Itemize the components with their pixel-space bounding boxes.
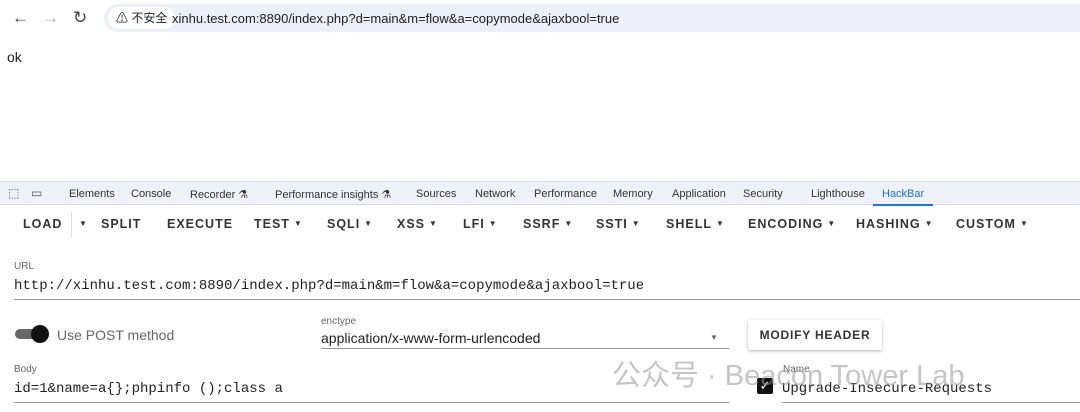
load-button[interactable]: LOAD [23,217,62,231]
tab-memory[interactable]: Memory [613,188,653,200]
devtools-tabbar: ⬚ ▭ Elements Console Recorder ⚗ Performa… [0,181,1080,206]
active-tab-indicator [873,204,933,206]
post-toggle-knob[interactable] [31,325,49,343]
reload-button[interactable]: ↻ [73,8,87,28]
tab-hackbar[interactable]: HackBar [882,188,924,200]
tab-application[interactable]: Application [672,188,726,200]
execute-button[interactable]: EXECUTE [167,217,233,231]
shell-menu[interactable]: SHELL ▼ [666,217,725,231]
security-label: 不安全 [131,11,168,25]
forward-button[interactable]: → [42,8,59,28]
tab-security[interactable]: Security [743,188,783,200]
tab-console[interactable]: Console [131,188,171,200]
load-dropdown[interactable]: ▼ [75,217,88,231]
encoding-menu[interactable]: ENCODING ▼ [748,217,836,231]
tab-network[interactable]: Network [475,188,515,200]
tab-lighthouse[interactable]: Lighthouse [811,188,865,200]
chevron-down-icon[interactable]: ▼ [710,333,718,342]
tab-performance[interactable]: Performance [534,188,597,200]
post-label: Use POST method [57,327,175,343]
body-label: Body [14,364,37,375]
enctype-label: enctype [321,316,357,327]
sqli-menu[interactable]: SQLI ▼ [327,217,373,231]
body-underline [14,402,729,403]
modify-header-button[interactable]: MODIFY HEADER [748,320,882,350]
back-button[interactable]: ← [12,8,29,28]
hashing-menu[interactable]: HASHING ▼ [856,217,934,231]
url-text[interactable]: xinhu.test.com:8890/index.php?d=main&m=f… [172,11,619,26]
inspect-icon[interactable]: ⬚ [8,186,19,200]
test-menu[interactable]: TEST ▼ [254,217,303,231]
tab-elements[interactable]: Elements [69,188,115,200]
header-name-underline [782,402,1080,403]
security-chip[interactable]: ⚠ 不安全 [108,7,176,29]
page-body-text: ok [7,49,22,65]
watermark: 公众号 · Beacon Tower Lab [612,360,965,392]
split-button[interactable]: SPLIT [101,217,141,231]
body-input[interactable]: id=1&name=a{};phpinfo ();class a [14,381,283,397]
tab-recorder[interactable]: Recorder ⚗ [190,188,248,201]
custom-menu[interactable]: CUSTOM ▼ [956,217,1029,231]
warning-icon: ⚠ [116,11,132,25]
xss-menu[interactable]: XSS ▼ [397,217,438,231]
tab-performance-insights[interactable]: Performance insights ⚗ [275,188,391,201]
enctype-select[interactable]: application/x-www-form-urlencoded [321,330,540,346]
enctype-underline [321,348,729,349]
device-toolbar-icon[interactable]: ▭ [31,186,42,200]
url-label: URL [14,261,35,272]
divider [71,212,72,238]
url-input[interactable]: http://xinhu.test.com:8890/index.php?d=m… [14,278,644,294]
ssti-menu[interactable]: SSTI ▼ [596,217,641,231]
url-underline [14,299,1080,300]
lfi-menu[interactable]: LFI ▼ [463,217,498,231]
tab-sources[interactable]: Sources [416,188,456,200]
ssrf-menu[interactable]: SSRF ▼ [523,217,573,231]
